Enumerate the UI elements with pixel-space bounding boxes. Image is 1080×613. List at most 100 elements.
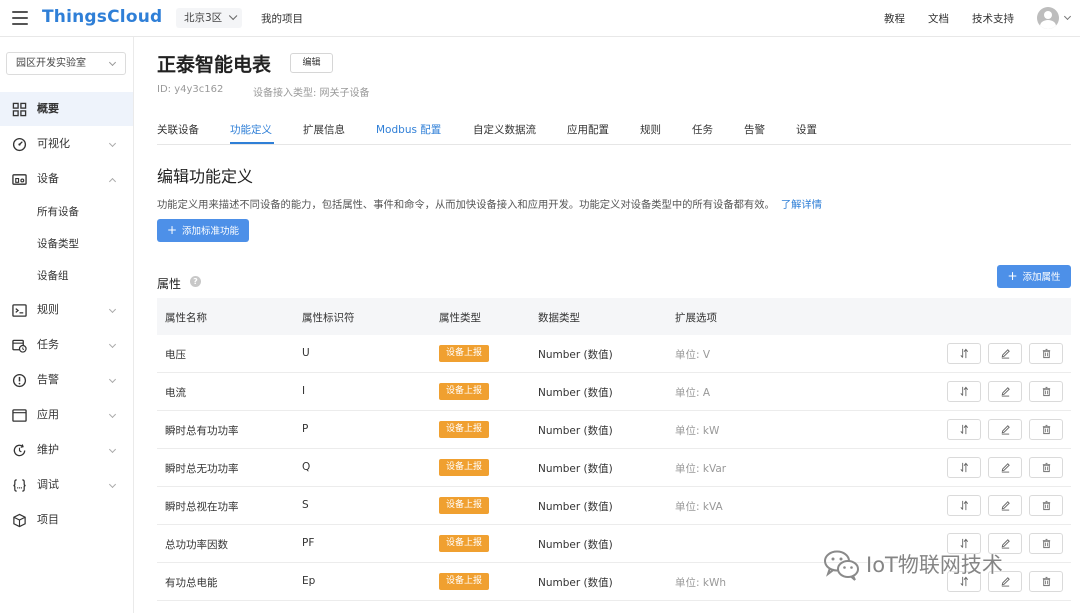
sidebar-subitem-all-devices[interactable]: 所有设备 [0, 197, 133, 227]
tutorial-link[interactable]: 教程 [884, 11, 905, 26]
sidebar-item-label: 设备 [37, 172, 59, 185]
sidebar-item-maintenance[interactable]: 维护 [0, 433, 133, 467]
sidebar-item-debug[interactable]: 调试 [0, 468, 133, 502]
attr-data-type: Number (数值) [538, 501, 613, 513]
sidebar-item-project[interactable]: 项目 [0, 503, 133, 537]
support-link[interactable]: 技术支持 [972, 11, 1014, 26]
chevron-down-icon [108, 375, 117, 384]
edit-attribute-button[interactable] [988, 343, 1022, 364]
sidebar-item-tasks[interactable]: 任务 [0, 328, 133, 362]
tab-modbus-config[interactable]: Modbus 配置 [376, 122, 441, 137]
chevron-down-icon[interactable] [1063, 12, 1072, 21]
reorder-button[interactable] [947, 457, 981, 478]
logo[interactable]: ThingsCloud [42, 7, 162, 27]
sidebar-item-label: 任务 [37, 338, 59, 351]
docs-link[interactable]: 文档 [928, 11, 949, 26]
column-header-attr-type: 属性类型 [439, 312, 481, 324]
tab-app-config[interactable]: 应用配置 [567, 122, 609, 137]
sidebar-item-label: 应用 [37, 408, 59, 421]
column-header-identifier: 属性标识符 [302, 312, 355, 324]
reorder-button[interactable] [947, 419, 981, 440]
attr-name: 电压 [165, 349, 186, 361]
sidebar-item-rules[interactable]: 规则 [0, 293, 133, 327]
alert-icon [12, 373, 27, 388]
attr-data-type: Number (数值) [538, 463, 613, 475]
tab-linked-devices[interactable]: 关联设备 [157, 122, 199, 137]
sidebar: 园区开发实验室 概要 可视化 设备 所有设备 设备类型 设备组 规则 任务 告警… [0, 37, 134, 613]
sidebar-item-devices[interactable]: 设备 [0, 162, 133, 196]
tab-function-definition[interactable]: 功能定义 [230, 122, 272, 137]
plus-icon: + [166, 223, 178, 237]
delete-attribute-button[interactable] [1029, 381, 1063, 402]
access-type: 设备接入类型: 网关子设备 [253, 88, 370, 99]
grid-icon [12, 102, 27, 117]
chevron-up-icon [108, 177, 117, 186]
attr-data-type: Number (数值) [538, 425, 613, 437]
edit-button[interactable]: 编辑 [290, 53, 333, 73]
attr-identifier: Q [302, 461, 311, 473]
edit-attribute-button[interactable] [988, 381, 1022, 402]
section-description: 功能定义用来描述不同设备的能力，包括属性、事件和命令，从而加快设备接入和应用开发… [157, 196, 822, 211]
reorder-button[interactable] [947, 381, 981, 402]
cube-icon [13, 513, 26, 528]
tab-custom-datastream[interactable]: 自定义数据流 [473, 122, 536, 137]
attr-type-badge: 设备上报 [439, 345, 489, 362]
delete-attribute-button[interactable] [1029, 343, 1063, 364]
sidebar-item-label: 维护 [37, 443, 59, 456]
sidebar-item-overview[interactable]: 概要 [0, 92, 133, 126]
calendar-clock-icon [12, 339, 27, 353]
region-selector[interactable]: 北京3区 [176, 8, 243, 28]
delete-attribute-button[interactable] [1029, 457, 1063, 478]
table-row: 瞬时总无功功率 Q 设备上报 Number (数值) 单位: kVar [157, 449, 1071, 487]
attr-unit: 单位: kW [675, 425, 720, 437]
table-row: 电流 I 设备上报 Number (数值) 单位: A [157, 373, 1071, 411]
reorder-button[interactable] [947, 343, 981, 364]
attr-identifier: P [302, 423, 309, 435]
sidebar-item-applications[interactable]: 应用 [0, 398, 133, 432]
sidebar-item-alerts[interactable]: 告警 [0, 363, 133, 397]
attr-data-type: Number (数值) [538, 539, 613, 551]
top-bar: ThingsCloud 北京3区 我的项目 教程 文档 技术支持 [0, 0, 1080, 37]
avatar[interactable] [1037, 7, 1059, 29]
sidebar-subitem-device-types[interactable]: 设备类型 [0, 229, 133, 259]
braces-icon [13, 479, 26, 492]
delete-attribute-button[interactable] [1029, 495, 1063, 516]
refresh-clock-icon [13, 444, 26, 457]
menu-icon[interactable] [12, 11, 28, 25]
attr-unit: 单位: A [675, 387, 711, 399]
attr-identifier: S [302, 499, 309, 511]
device-icon [12, 174, 27, 185]
sidebar-item-visualization[interactable]: 可视化 [0, 127, 133, 161]
add-standard-function-button[interactable]: + 添加标准功能 [157, 219, 249, 242]
chevron-down-icon [108, 58, 117, 67]
tab-settings[interactable]: 设置 [796, 122, 817, 137]
attr-type-badge: 设备上报 [439, 535, 489, 552]
edit-attribute-button[interactable] [988, 495, 1022, 516]
help-icon[interactable]: ? [190, 276, 201, 287]
tab-tasks[interactable]: 任务 [692, 122, 713, 137]
attr-data-type: Number (数值) [538, 387, 613, 399]
reorder-button[interactable] [947, 495, 981, 516]
attr-type-badge: 设备上报 [439, 459, 489, 476]
device-type-id: ID: y4y3c162 [157, 84, 224, 95]
column-header-name: 属性名称 [165, 312, 207, 324]
attr-unit: 单位: V [675, 349, 711, 361]
region-label: 北京3区 [184, 12, 223, 24]
chevron-down-icon [108, 410, 117, 419]
learn-more-link[interactable]: 了解详情 [781, 199, 822, 211]
add-attribute-label: 添加属性 [1022, 272, 1061, 283]
description-text: 功能定义用来描述不同设备的能力，包括属性、事件和命令，从而加快设备接入和应用开发… [157, 199, 775, 211]
project-name[interactable]: 我的项目 [261, 11, 303, 26]
attr-data-type: Number (数值) [538, 349, 613, 361]
lab-select[interactable]: 园区开发实验室 [6, 52, 126, 75]
edit-attribute-button[interactable] [988, 419, 1022, 440]
tab-rules[interactable]: 规则 [640, 122, 661, 137]
edit-attribute-button[interactable] [988, 457, 1022, 478]
add-attribute-button[interactable]: + 添加属性 [997, 265, 1071, 288]
tab-alerts[interactable]: 告警 [744, 122, 765, 137]
sidebar-subitem-device-groups[interactable]: 设备组 [0, 261, 133, 291]
attr-type-badge: 设备上报 [439, 573, 489, 590]
delete-attribute-button[interactable] [1029, 419, 1063, 440]
gauge-icon [12, 137, 27, 152]
tab-extended-info[interactable]: 扩展信息 [303, 122, 345, 137]
